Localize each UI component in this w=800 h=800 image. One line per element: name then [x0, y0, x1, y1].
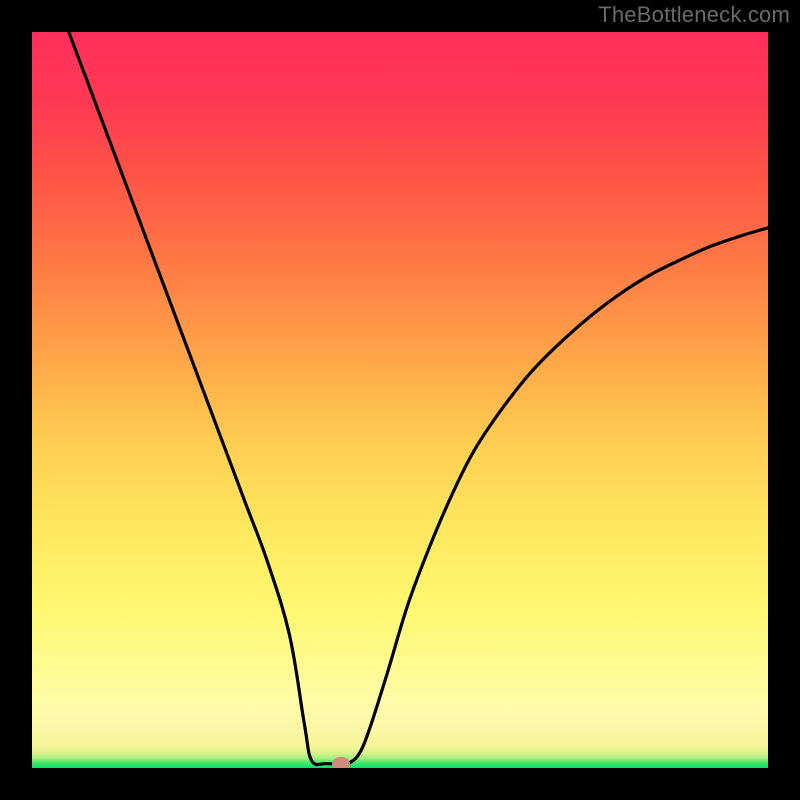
plot-area	[32, 32, 768, 768]
watermark-text: TheBottleneck.com	[598, 2, 790, 28]
optimum-marker	[332, 757, 350, 768]
chart-frame: TheBottleneck.com	[0, 0, 800, 800]
bottleneck-curve	[69, 32, 768, 765]
curve-svg	[32, 32, 768, 768]
